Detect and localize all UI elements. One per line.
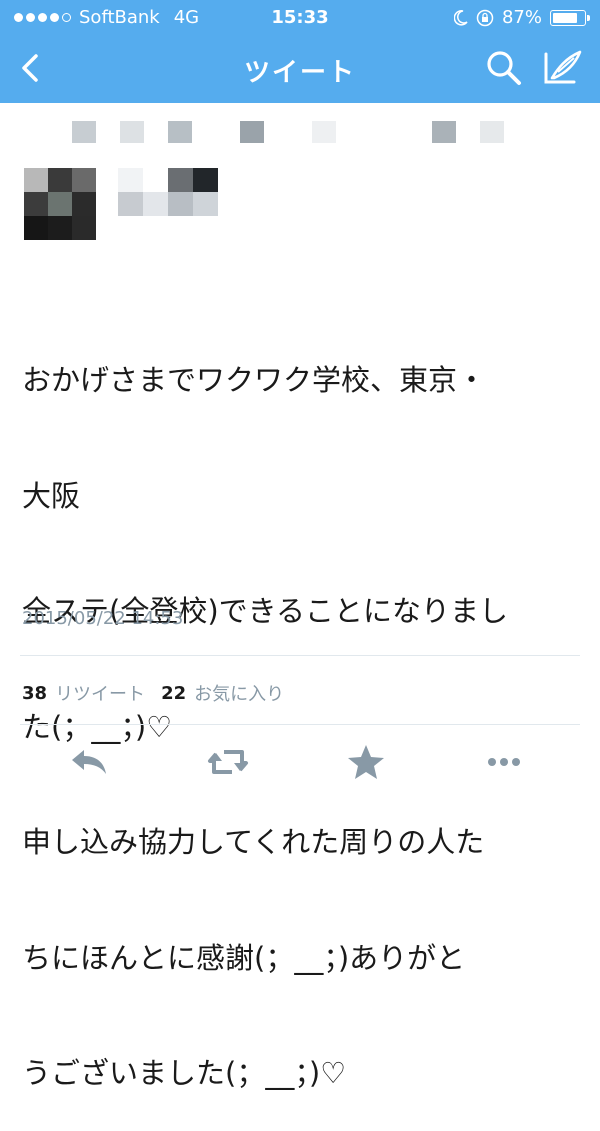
retweet-icon[interactable] (206, 742, 250, 782)
reply-icon[interactable] (68, 742, 112, 782)
tweet-line: おかげさまでワクワク学校、東京・ (22, 363, 487, 397)
tweet-line: ちにほんとに感謝(；__；)ありがと (22, 940, 466, 975)
top-bar: SoftBank 4G 15:33 87% ツイート (0, 0, 600, 103)
divider (20, 724, 580, 725)
tweet-line: うございました(；__；)♡ (22, 1056, 347, 1090)
tweet-line: 大阪 (22, 478, 81, 513)
tweet-text: おかげさまでワクワク学校、東京・ 大阪 全ステ(全登校)できることになりまし た… (22, 284, 582, 1131)
rotation-lock-icon (476, 9, 494, 26)
retweet-label[interactable]: リツイート (55, 680, 145, 706)
star-icon[interactable] (344, 742, 388, 782)
tweet-line: 申し込み協力してくれた周りの人た (22, 825, 485, 859)
favorite-label[interactable]: お気に入り (194, 680, 284, 706)
tweet-actions (0, 738, 600, 788)
status-right: 87% (453, 7, 590, 28)
retweet-count[interactable]: 38 (22, 683, 47, 704)
battery-percent: 87% (501, 7, 542, 28)
moon-icon (453, 9, 468, 26)
navigation-bar: ツイート (0, 38, 600, 100)
tweet-stats: 38 リツイート 22 お気に入り (22, 680, 300, 706)
battery-icon (550, 9, 590, 26)
avatar[interactable] (24, 168, 96, 240)
divider (20, 655, 580, 656)
status-bar: SoftBank 4G 15:33 87% (0, 0, 600, 36)
search-icon[interactable] (484, 48, 524, 88)
tweet-timestamp: 2015/05/22 14:53 (22, 608, 184, 629)
user-name-blurred[interactable] (118, 168, 218, 216)
more-icon[interactable] (482, 742, 526, 782)
favorite-count[interactable]: 22 (161, 683, 186, 704)
compose-icon[interactable] (540, 48, 584, 88)
